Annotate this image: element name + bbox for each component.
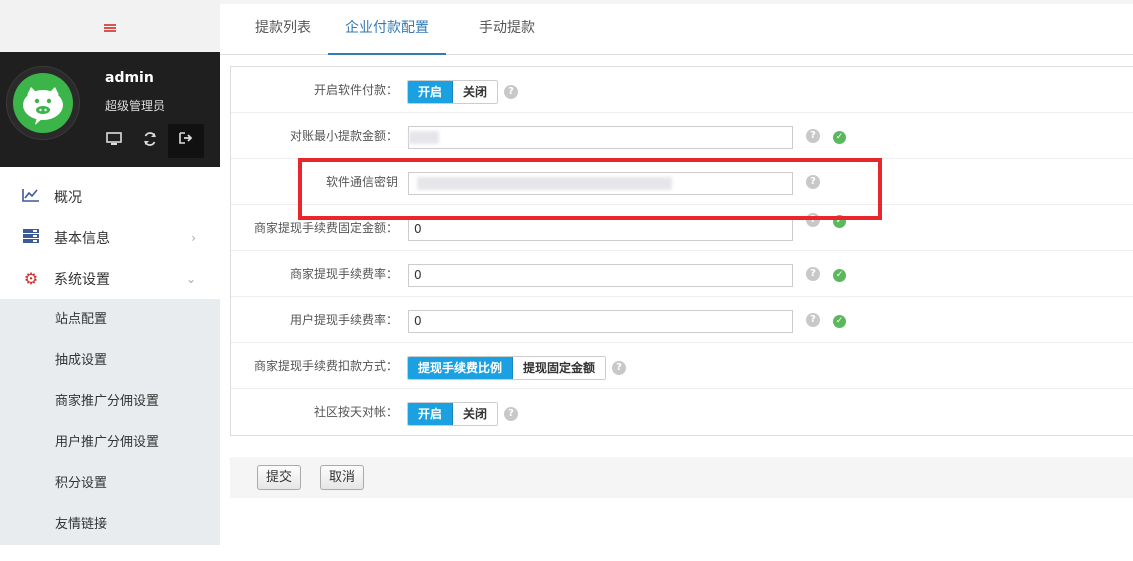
sidebar-item-label: 系统设置 [54,271,110,288]
submit-button[interactable]: 提交 [257,465,302,490]
help-icon[interactable]: ? [504,85,518,99]
tab-enterprise-payment[interactable]: 企业付款配置 [328,4,446,55]
help-icon[interactable]: ? [806,129,820,143]
row-deduct-method: 商家提现手续费扣款方式： 提现手续费比例 提现固定金额 ? [231,343,1133,389]
settings-submenu: 站点配置 抽成设置 商家推广分佣设置 用户推广分佣设置 积分设置 友情链接 [0,299,220,545]
server-icon [21,228,41,247]
row-user-fee-rate: 用户提现手续费率： 0 ? ✓ [231,297,1133,343]
submenu-site-config[interactable]: 站点配置 [0,299,220,340]
merchant-fixed-fee-input[interactable]: 0 [408,218,793,241]
chevron-down-icon: ⌄ [185,271,196,286]
toggle-off[interactable]: 关闭 [453,81,498,103]
min-withdraw-input[interactable] [408,126,793,149]
row-merchant-fee-rate: 商家提现手续费率： 0 ? ✓ [231,251,1133,297]
valid-check-icon: ✓ [833,131,846,144]
valid-check-icon: ✓ [833,315,846,328]
field-label: 用户提现手续费率： [289,313,398,327]
main-content: 提款列表 企业付款配置 手动提款 开启软件付款： 开启 关闭 ? 对账最小提款金… [220,0,1133,561]
sidebar-item-system-settings[interactable]: ⚙ 系统设置 ⌄ [0,258,220,299]
submenu-commission[interactable]: 抽成设置 [0,340,220,381]
option-fee-ratio[interactable]: 提现手续费比例 [408,357,514,379]
tab-bar: 提款列表 企业付款配置 手动提款 [220,4,1133,55]
help-icon[interactable]: ? [612,361,626,375]
chart-line-icon [21,188,41,206]
tab-manual-withdraw[interactable]: 手动提款 [446,4,552,55]
help-icon[interactable]: ? [806,313,820,327]
submenu-points[interactable]: 积分设置 [0,463,220,504]
user-role: 超级管理员 [105,99,166,113]
refresh-icon[interactable] [132,132,168,150]
submenu-user-affiliate[interactable]: 用户推广分佣设置 [0,422,220,463]
chevron-right-icon: › [191,230,196,245]
sidebar-item-basic-info[interactable]: 基本信息 › [0,217,220,258]
submenu-links[interactable]: 友情链接 [0,504,220,545]
username: admin [105,70,154,86]
toggle-on[interactable]: 开启 [408,81,454,103]
highlight-box [298,158,882,220]
sidebar-item-label: 基本信息 [54,230,110,247]
gear-icon: ⚙ [23,269,39,288]
field-label: 商家提现手续费率： [289,267,398,281]
merchant-fee-rate-input[interactable]: 0 [408,264,793,287]
sidebar: admin 超级管理员 概况 基本信息 › ⚙ 系统设置 ⌄ 站点配置 抽成设置… [0,0,220,561]
profile-panel: admin 超级管理员 [0,52,220,167]
sidebar-item-label: 概况 [54,189,82,206]
enable-software-pay-toggle[interactable]: 开启 关闭 [407,80,499,104]
menu-icon[interactable] [104,24,116,32]
valid-check-icon: ✓ [833,269,846,282]
help-icon[interactable]: ? [504,407,518,421]
payment-config-form: 开启软件付款： 开启 关闭 ? 对账最小提款金额： ? ✓ 软件通信密钥 ? 商… [230,66,1133,436]
user-fee-rate-input[interactable]: 0 [408,310,793,333]
field-label: 对账最小提款金额： [289,129,398,143]
deduct-method-toggle[interactable]: 提现手续费比例 提现固定金额 [407,356,607,380]
row-community-daily: 社区按天对帐： 开启 关闭 ? [231,389,1133,435]
sidebar-toggle[interactable] [0,0,220,52]
row-min-withdraw: 对账最小提款金额： ? ✓ [231,113,1133,159]
logout-icon[interactable] [168,124,204,158]
field-label: 商家提现手续费扣款方式： [253,359,398,373]
tab-withdraw-list[interactable]: 提款列表 [238,4,328,55]
pig-avatar-icon [23,87,63,125]
cancel-button[interactable]: 取消 [320,465,365,490]
field-label: 开启软件付款： [313,83,398,97]
avatar [6,66,80,140]
toggle-on[interactable]: 开启 [408,403,454,425]
form-actions: 提交 取消 [230,457,1133,498]
community-daily-toggle[interactable]: 开启 关闭 [407,402,499,426]
help-icon[interactable]: ? [806,267,820,281]
toggle-off[interactable]: 关闭 [453,403,498,425]
monitor-icon[interactable] [96,132,132,150]
field-label: 社区按天对帐： [313,405,398,419]
option-fixed-amount[interactable]: 提现固定金额 [513,357,606,379]
row-enable-software-pay: 开启软件付款： 开启 关闭 ? [231,67,1133,113]
sidebar-item-overview[interactable]: 概况 [0,176,220,217]
submenu-merchant-affiliate[interactable]: 商家推广分佣设置 [0,381,220,422]
